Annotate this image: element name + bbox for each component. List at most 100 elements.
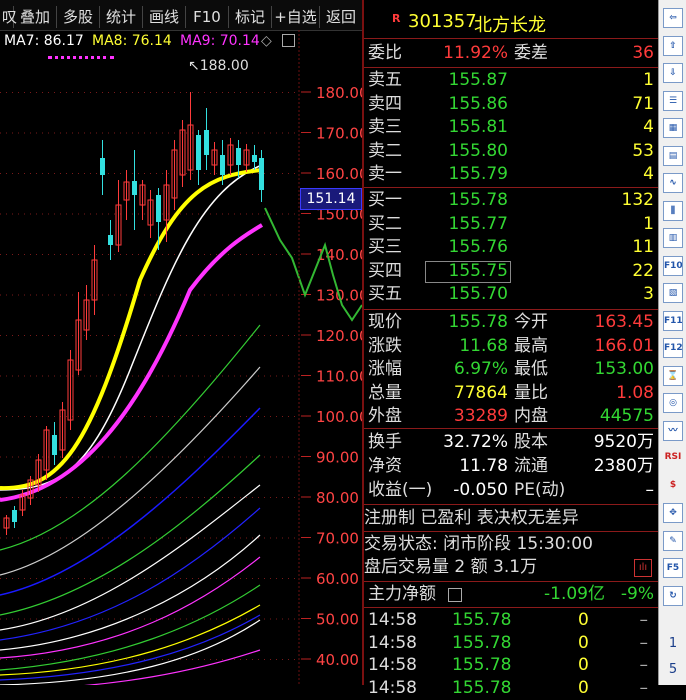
- price-axis-label: 90.00: [316, 449, 359, 467]
- diamond-icon[interactable]: ◇: [261, 33, 272, 49]
- kline-chart[interactable]: 180.00170.00160.00150.00140.00130.00120.…: [0, 30, 362, 685]
- ask-row: 卖一 155.79 4: [368, 164, 654, 184]
- current-price-tag: 151.14: [300, 188, 362, 210]
- fund-row: 收益(一) -0.050 PE(动) –: [368, 480, 654, 500]
- f12-icon[interactable]: F12: [663, 338, 683, 358]
- price-axis-label: 80.00: [316, 489, 359, 507]
- fund-row: 净资 11.78 流通 2380万: [368, 456, 654, 476]
- weibi-value: 11.92%: [443, 43, 508, 63]
- grid-icon[interactable]: ▦: [663, 118, 683, 138]
- table-icon[interactable]: ▥: [663, 228, 683, 248]
- stock-code: 301357: [408, 11, 477, 32]
- candle-body: [100, 158, 105, 175]
- after-hours: 盘后交易量 2 额 3.1万 ılı: [364, 556, 658, 579]
- tick-row: 14:58 155.78 0 –: [368, 655, 648, 675]
- toolbar-item-stats[interactable]: 统计: [100, 6, 143, 28]
- ma7-label: MA7: 86.17: [4, 33, 84, 49]
- weibi-row: 委比 11.92% 委差 36: [368, 43, 654, 63]
- up-arrow-icon[interactable]: ⇧: [663, 35, 683, 56]
- quote-row: 现价 155.78 今开 163.45: [368, 312, 654, 332]
- ask-row: 卖四 155.86 71: [368, 93, 654, 114]
- toolbar-item-f10[interactable]: F10: [186, 6, 229, 28]
- candle-icon[interactable]: ⫼: [663, 200, 683, 221]
- page-number-5[interactable]: 5: [663, 662, 683, 677]
- f5-icon[interactable]: F5: [663, 558, 683, 578]
- ma9-label: MA9: 70.14: [180, 33, 260, 49]
- bid-row: 买五 155.70 3: [368, 284, 654, 304]
- list-icon[interactable]: ☰: [663, 90, 683, 111]
- pencil-icon[interactable]: ✎: [663, 530, 683, 551]
- refresh-icon[interactable]: ↻: [663, 585, 683, 606]
- quote-row: 涨跌 11.68 最高 166.01: [368, 335, 654, 356]
- ask-row: 卖二 155.80 53: [368, 140, 654, 161]
- right-toolbar: ⇦ ⇧ ⇩ ☰ ▦ ▤ ∿ ⫼ ▥ F10 ▧ F11 F12 ⌛ ◎ 〰 RSI $ ✥ ✎ F5 ↻ 1 5: [658, 0, 686, 685]
- ma-curve: [0, 619, 261, 685]
- left-arrow-icon[interactable]: ⇦: [663, 8, 683, 28]
- high-label: ↖188.00: [188, 58, 249, 74]
- ma-curve: [83, 649, 261, 685]
- tick-row: 14:58 155.78 0 –: [368, 610, 648, 630]
- tick-row: 14:58 155.78 0 –: [368, 632, 648, 653]
- bid-row: 买二 155.77 1: [368, 213, 654, 234]
- candle-body: [12, 510, 17, 522]
- toolbar-item-multi-stock[interactable]: 多股: [57, 6, 100, 28]
- quote-row: 涨幅 6.97% 最低 153.00: [368, 359, 654, 379]
- toolbar-item-add-watchlist[interactable]: +自选: [272, 6, 320, 28]
- price-axis-label: 110.00: [316, 368, 362, 386]
- bid4-highlight: [425, 261, 511, 283]
- toolbar-item-back[interactable]: 返回: [320, 6, 362, 28]
- move-icon[interactable]: ✥: [663, 503, 683, 523]
- price-axis-label: 170.00: [316, 125, 362, 143]
- toolbar-item-draw[interactable]: 画线: [143, 6, 186, 28]
- quote-row: 总量 77864 量比 1.08: [368, 382, 654, 403]
- bid-row: 买四 155.75 22: [368, 260, 654, 281]
- candle-body: [132, 181, 137, 195]
- line-chart-icon[interactable]: ∿: [663, 173, 683, 193]
- rsi-icon[interactable]: RSI: [663, 448, 683, 468]
- circle-icon[interactable]: ◎: [663, 393, 683, 413]
- toolbar-item-mark[interactable]: 标记: [229, 6, 272, 28]
- dollar-icon[interactable]: $: [663, 476, 683, 496]
- stock-name: 北方长龙: [474, 15, 546, 36]
- flow-menu-icon[interactable]: [448, 588, 462, 602]
- toolbar-item-cut[interactable]: 叹: [0, 6, 17, 28]
- history-icon[interactable]: ⌛: [663, 365, 683, 386]
- candle-body: [220, 155, 225, 175]
- candle-body: [252, 155, 257, 162]
- ma-curve: [0, 614, 261, 681]
- ma9-dots: [48, 56, 114, 59]
- chart-toolbar: 叹 叠加 多股 统计 画线 F10 标记 +自选 返回: [0, 0, 364, 31]
- wave-icon[interactable]: 〰: [663, 420, 683, 441]
- quote-row: 外盘 33289 内盘 44575: [368, 406, 654, 426]
- price-axis-label: 60.00: [316, 570, 359, 588]
- kline-icon[interactable]: ▤: [663, 145, 683, 166]
- quote-panel: R 301357 北方长龙 委比 11.92% 委差 36 卖五 155.87 …: [364, 0, 658, 698]
- ask-row: 卖三 155.81 4: [368, 117, 654, 137]
- bid-row: 买三 155.76 11: [368, 237, 654, 257]
- window-toggle-icon[interactable]: [282, 34, 295, 47]
- price-axis-label: 160.00: [316, 165, 362, 183]
- price-axis-label: 40.00: [316, 651, 359, 669]
- f10-icon[interactable]: F10: [663, 255, 683, 276]
- weicha-value: 36: [632, 43, 654, 63]
- fund-row: 换手 32.72% 股本 9520万: [368, 432, 654, 452]
- tags-row: 注册制 已盈利 表决权无差异: [364, 508, 579, 528]
- ma8-label: MA8: 76.14: [92, 33, 172, 49]
- candle-body: [236, 148, 241, 165]
- news-icon[interactable]: ▧: [663, 283, 683, 303]
- toolbar-item-overlay[interactable]: 叠加: [14, 6, 57, 28]
- f11-icon[interactable]: F11: [663, 310, 683, 331]
- ma-curve: [0, 223, 264, 502]
- after-hours-chart-icon[interactable]: ılı: [634, 559, 652, 577]
- price-axis-label: 120.00: [316, 327, 362, 345]
- kline-svg: 180.00170.00160.00150.00140.00130.00120.…: [0, 30, 362, 685]
- main-flow-row: 主力净额 -1.09亿 -9%: [368, 584, 654, 604]
- page-number-1[interactable]: 1: [663, 636, 683, 651]
- candle-body: [156, 195, 161, 222]
- bid-row: 买一 155.78 132: [368, 190, 654, 210]
- candle-body: [259, 158, 264, 190]
- down-arrow-icon[interactable]: ⇩: [663, 63, 683, 83]
- trade-status: 交易状态: 闭市阶段 15:30:00: [364, 534, 593, 554]
- ma-curve: [0, 556, 261, 659]
- ask-row: 卖五 155.87 1: [368, 70, 654, 90]
